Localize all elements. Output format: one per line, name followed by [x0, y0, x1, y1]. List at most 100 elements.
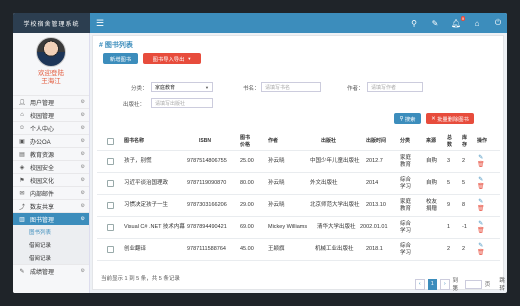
sidebar-item-oa[interactable]: ▣ 办公OA ⚙ [13, 134, 89, 147]
prev-page-button[interactable]: ‹ [415, 278, 425, 290]
row-checkbox[interactable] [107, 224, 114, 231]
sidebar-item-mail[interactable]: ✉ 内部邮件 ⚙ [13, 186, 89, 199]
trash-icon[interactable]: 🗑︎ [477, 228, 485, 235]
flag-icon: ⚑ [19, 177, 25, 184]
publisher-label: 出版社： [123, 102, 146, 108]
chevron-icon: ⚙ [80, 138, 85, 144]
edit-icon[interactable]: ✎ [478, 243, 483, 250]
top-navbar: ☰ ⚲ ✎ 🔔︎ 9 ⌂ ⏻ [90, 13, 507, 33]
dropdown-arrow-icon: ▼ [205, 84, 209, 90]
pagination: ‹ 1 › 到第 页 跳转 [415, 276, 507, 292]
person-icon: ☺ [18, 125, 26, 131]
trash-icon[interactable]: 🗑︎ [477, 184, 485, 191]
page-title: # 图书列表 [99, 42, 133, 49]
row-checkbox[interactable] [107, 202, 114, 209]
home-icon[interactable]: ⌂ [472, 19, 482, 28]
welcome-text: 欢迎登陆 [38, 70, 64, 77]
edit-icon[interactable]: ✎ [478, 177, 483, 184]
power-icon[interactable]: ⏻ [493, 18, 503, 28]
name-label: 书名： [243, 86, 260, 92]
jump-button[interactable]: 跳转 [499, 276, 507, 292]
briefcase-icon: ▣ [19, 138, 25, 145]
table-row: 创业翻译 9787111588764 45.00 王颖旗 机械工业出版社 201… [97, 239, 500, 261]
edit-icon[interactable]: ✎ [430, 19, 440, 28]
library-icon: ▥ [19, 216, 25, 223]
next-page-button[interactable]: › [440, 278, 450, 290]
import-export-button[interactable]: 图书导入导出 ▼ [143, 53, 201, 64]
home-icon: ⌂ [20, 112, 24, 118]
trash-icon[interactable]: 🗑︎ [477, 250, 485, 257]
author-label: 作者： [347, 86, 364, 92]
sidebar-item-personal[interactable]: ☺ 个人中心 ⚙ [13, 121, 89, 134]
user-profile: 欢迎登陆 王海江 [13, 33, 89, 95]
edit-icon[interactable]: ✎ [478, 221, 483, 228]
row-checkbox[interactable] [107, 180, 114, 187]
jump-suffix: 页 [484, 282, 491, 288]
sidebar-item-share[interactable]: ⤴ 数友共享 ⚙ [13, 199, 89, 212]
page-button-current[interactable]: 1 [427, 278, 438, 290]
sidebar-item-safety[interactable]: ◈ 校园安全 ⚙ [13, 160, 89, 173]
table-row: 习近平谈治国理政 9787119090870 80.00 孙云晓 外文出版社 2… [97, 173, 500, 195]
sidebar-subitem-book-list[interactable]: 图书列表 [13, 225, 89, 238]
book-icon: ▤ [19, 151, 25, 158]
chevron-icon: ⚙ [80, 268, 85, 274]
sidebar-item-campus[interactable]: ⌂ 校园管理 ⚙ [13, 108, 89, 121]
chevron-icon: ⚙ [80, 177, 85, 183]
trash-icon[interactable]: 🗑︎ [477, 162, 485, 169]
category-select[interactable]: 家庭教育 ▼ [151, 82, 213, 92]
publisher-input[interactable]: 请填写出版社 [151, 98, 213, 108]
sidebar-subitem-borrow-records-2[interactable]: 借阅记录 [13, 251, 89, 264]
author-input[interactable]: 请填写作者 [367, 82, 423, 92]
avatar[interactable] [36, 37, 66, 67]
row-checkbox[interactable] [107, 246, 114, 253]
category-label: 分类： [131, 86, 148, 92]
sidebar-item-culture[interactable]: ⚑ 校园文化 ⚙ [13, 173, 89, 186]
chevron-icon: ⚙ [80, 203, 85, 209]
link-icon[interactable]: ⚲ [409, 19, 419, 28]
sidebar-item-grades[interactable]: ✎ 成绩管理 ⚙ [13, 264, 89, 277]
user-name: 王海江 [41, 78, 61, 85]
caret-down-icon: ▼ [187, 56, 192, 61]
edit-icon[interactable]: ✎ [478, 155, 483, 162]
menu-toggle-icon[interactable]: ☰ [92, 13, 108, 33]
chevron-icon: ⚙ [80, 164, 85, 170]
mail-icon: ✉ [19, 190, 25, 197]
chevron-icon: ⚙ [80, 99, 85, 105]
chevron-icon: ⚙ [80, 216, 85, 222]
sidebar-subitem-borrow-records[interactable]: 借阅记录 [13, 238, 89, 251]
sidebar-item-users[interactable]: 👤︎ 用户管理 ⚙ [13, 95, 89, 108]
search-button[interactable]: ⚲ 搜索 [394, 113, 421, 124]
device-bezel: 学校宿舍管理系统 ☰ ⚲ ✎ 🔔︎ 9 ⌂ ⏻ 欢迎登陆 王海江 👤︎ 用户管理 ⚙ … [0, 0, 520, 306]
share-icon: ⤴ [18, 204, 25, 211]
table-row: 习惯决定孩子一生 9787303166206 29.00 孙云晓 北京师范大学出… [97, 195, 500, 217]
notification-badge: 9 [460, 15, 465, 21]
add-book-button[interactable]: 新增图书 [103, 53, 138, 64]
sidebar-item-library[interactable]: ▥ 图书管理 ⚙ [13, 212, 89, 225]
select-all-checkbox[interactable] [107, 138, 114, 145]
notification-icon[interactable]: 🔔︎ 9 [451, 15, 465, 28]
table-header: 图书名称 ISBN 图书价格 作者 出版社 出版时间 分类 来源 总数 库存 操… [97, 133, 500, 151]
chevron-icon: ⚙ [80, 112, 85, 118]
chevron-icon: ⚙ [80, 125, 85, 131]
trash-icon[interactable]: 🗑︎ [477, 206, 485, 213]
chevron-icon: ⚙ [80, 190, 85, 196]
category-value: 家庭教育 [155, 84, 176, 91]
top-icons: ⚲ ✎ 🔔︎ 9 ⌂ ⏻ [409, 13, 503, 33]
table-row: 孩子，别慌 9787514806755 25.00 孙云晓 中国少年儿童出版社 … [97, 151, 500, 173]
main-panel: # 图书列表 新增图书 图书导入导出 ▼ 分类： 家庭教育 ▼ 书名： 请填写书名 … [92, 35, 507, 292]
app-window: 学校宿舍管理系统 ☰ ⚲ ✎ 🔔︎ 9 ⌂ ⏻ 欢迎登陆 王海江 👤︎ 用户管理 ⚙ … [13, 13, 507, 293]
grade-icon: ✎ [19, 268, 25, 275]
user-icon: 👤︎ [18, 99, 26, 106]
sidebar: 欢迎登陆 王海江 👤︎ 用户管理 ⚙ ⌂ 校园管理 ⚙ ☺ 个人中心 ⚙ ▣ 办公OA ⚙ ▤ 教… [13, 33, 90, 293]
jump-page-input[interactable] [464, 279, 482, 289]
jump-label: 到第 [452, 278, 459, 292]
shield-icon: ◈ [19, 164, 25, 171]
name-input[interactable]: 请填写书名 [261, 82, 321, 92]
import-export-label: 图书导入导出 [152, 56, 185, 63]
table-row: Visual C# .NET 技术内幕 9787894490421 69.00 … [97, 217, 500, 239]
edit-icon[interactable]: ✎ [478, 199, 483, 206]
app-brand: 学校宿舍管理系统 [13, 13, 90, 33]
batch-delete-button[interactable]: ✕ 批量删除图书 [426, 113, 474, 124]
sidebar-item-resources[interactable]: ▤ 教育资源 ⚙ [13, 147, 89, 160]
row-checkbox[interactable] [107, 158, 114, 165]
